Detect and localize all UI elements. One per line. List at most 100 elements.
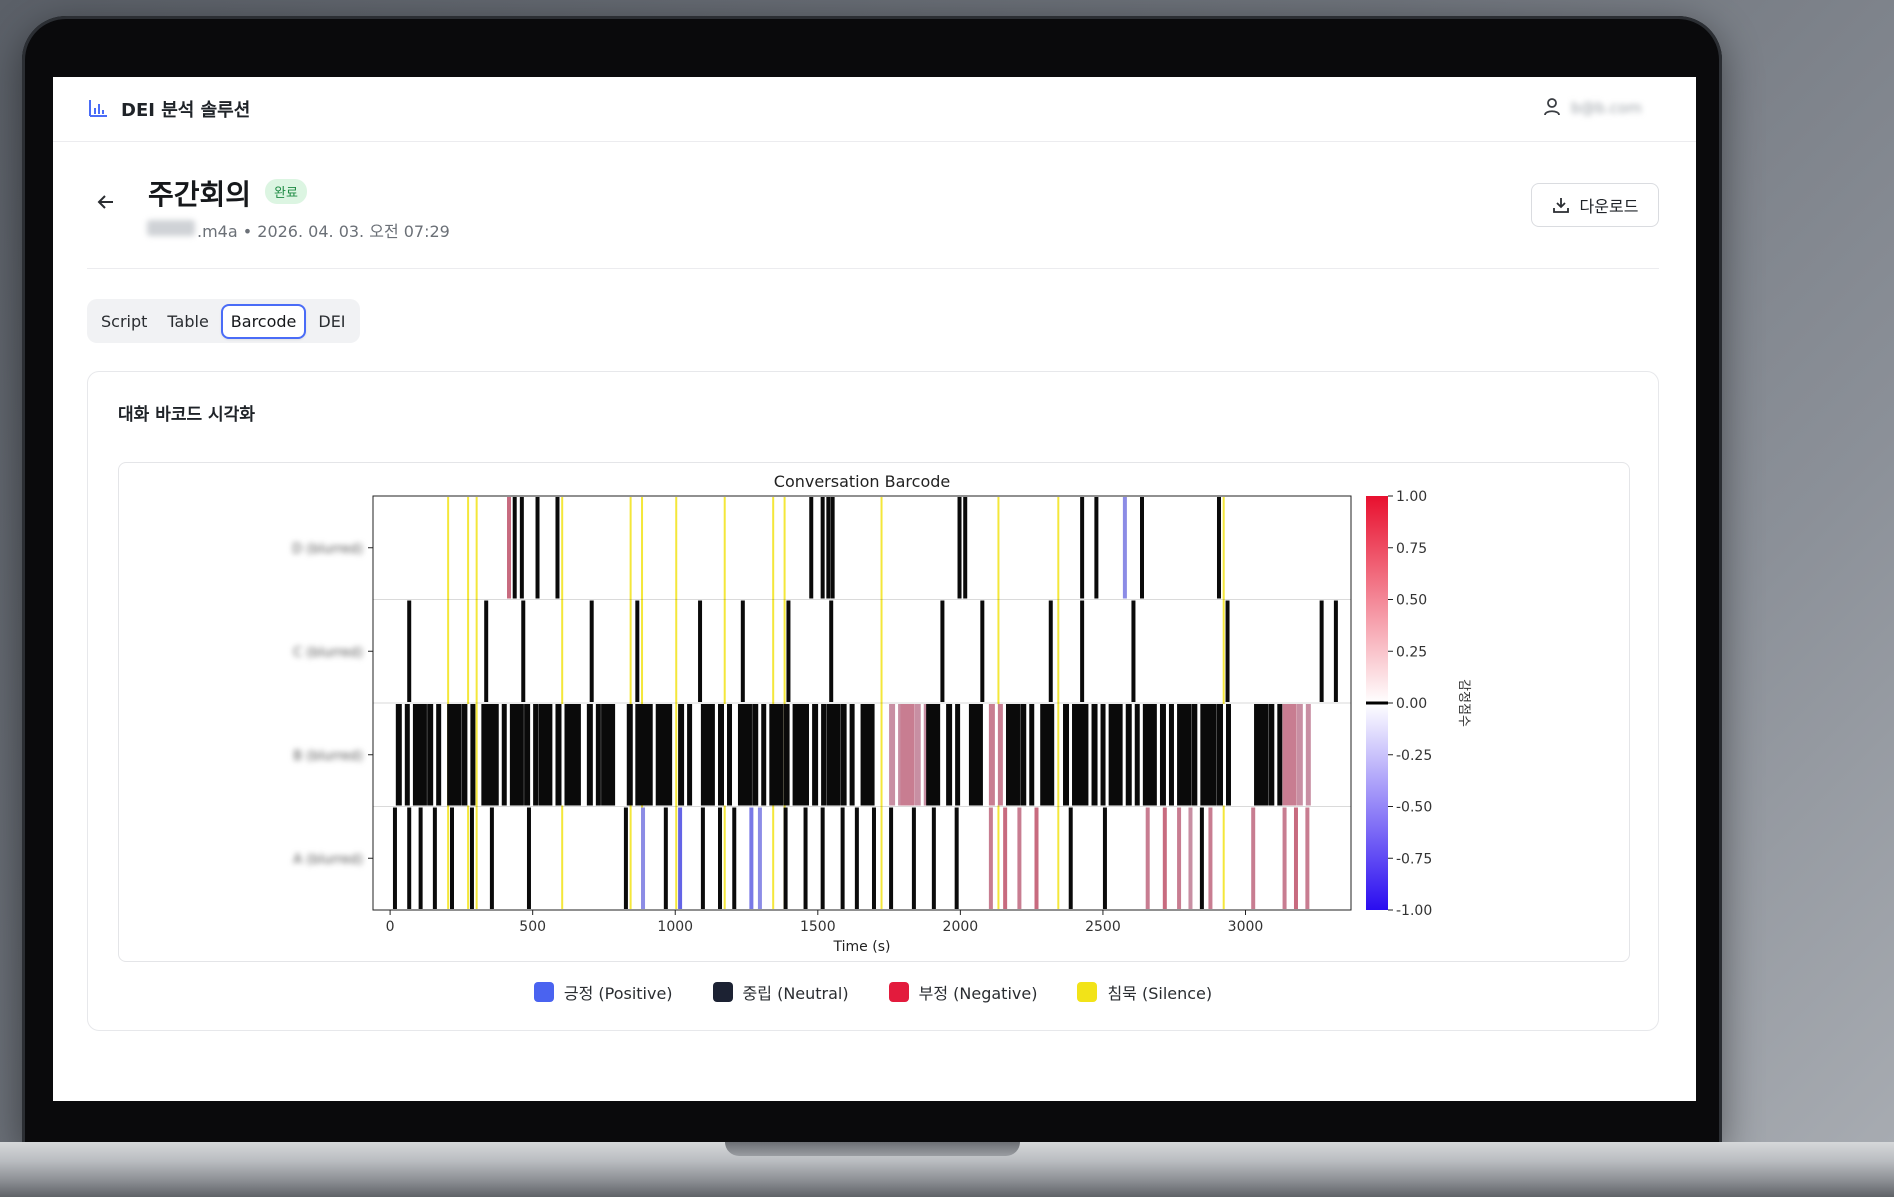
segment-gap: [498, 704, 502, 806]
x-tick-label: 2500: [1085, 919, 1121, 935]
colorbar-tick-label: -1.00: [1396, 903, 1432, 919]
legend-label-silence: 침묵 (Silence): [1107, 984, 1213, 1003]
page-title: 주간회의: [148, 178, 252, 211]
speech-segment: [1068, 807, 1073, 909]
tab-dei[interactable]: DEI: [310, 304, 353, 339]
colorbar-tick-label: -0.75: [1396, 851, 1432, 867]
speech-segment: [854, 807, 859, 909]
speech-segment: [803, 807, 808, 909]
speech-segment: [1251, 807, 1256, 909]
user-icon[interactable]: [1542, 97, 1562, 117]
speech-segment: [700, 807, 705, 909]
view-tabs: Script Table Barcode DEI: [87, 299, 360, 343]
segment-gap: [684, 704, 688, 806]
app-screen: DEI 분석 솔루션 b@b.com 주간회의 완료 .m4a • 2026. …: [53, 77, 1696, 1101]
speech-segment: [732, 807, 737, 909]
speech-segment: [911, 807, 916, 909]
speech-segment: [900, 704, 915, 806]
x-tick-label: 3000: [1228, 919, 1264, 935]
tab-script[interactable]: Script: [93, 304, 155, 339]
speech-segment: [1005, 704, 1020, 806]
speech-segment: [392, 807, 397, 909]
speech-segment: [1319, 600, 1324, 702]
laptop-notch: [725, 1142, 1020, 1156]
speech-segment: [737, 704, 752, 806]
speech-segment: [963, 497, 968, 599]
speech-segment: [1040, 704, 1055, 806]
tab-barcode[interactable]: Barcode: [220, 303, 307, 339]
segment-gap: [1131, 704, 1135, 806]
barcode-chart: D (blurred) C (blurred) B (blurred) A (blur…: [292, 472, 1471, 955]
speech-segment: [507, 497, 512, 599]
speech-segment: [1145, 807, 1150, 909]
speech-segment: [889, 807, 894, 909]
speech-segment: [740, 600, 745, 702]
speech-segment: [526, 807, 531, 909]
x-tick-label: 1000: [657, 919, 693, 935]
colorbar-tick-label: -0.25: [1396, 748, 1432, 764]
segment-gap: [920, 704, 924, 806]
speech-segment: [700, 704, 715, 806]
speech-segment: [769, 704, 784, 806]
speech-segment: [521, 600, 526, 702]
colorbar-label: 감정점수: [1456, 679, 1471, 727]
speech-segment: [678, 807, 683, 909]
colorbar-tick-label: 0.00: [1396, 696, 1427, 712]
legend-item-positive: 긍정 (Positive): [533, 980, 673, 1004]
segment-gap: [789, 704, 793, 806]
speech-segment: [1177, 704, 1192, 806]
segment-gap: [433, 704, 437, 806]
speech-segment: [757, 807, 762, 909]
speech-segment: [1003, 807, 1008, 909]
speech-segment: [412, 704, 427, 806]
speaker-label: D (blurred): [292, 542, 363, 557]
download-label: 다운로드: [1579, 197, 1639, 216]
segment-gap: [1097, 704, 1101, 806]
speech-segment: [1142, 704, 1157, 806]
speech-segment: [589, 600, 594, 702]
speech-segment: [1094, 497, 1099, 599]
legend: 긍정 (Positive) 중립 (Neutral) 부정 (Negative)…: [88, 980, 1658, 1004]
file-name-redacted: [147, 220, 195, 236]
speech-segment: [1162, 807, 1167, 909]
speech-segment: [538, 704, 553, 806]
download-button[interactable]: 다운로드: [1531, 183, 1659, 227]
speech-segment: [1293, 807, 1298, 909]
speech-segment: [698, 600, 703, 702]
segment-gap: [1222, 704, 1226, 806]
speech-segment: [1017, 807, 1022, 909]
speech-segment: [871, 807, 876, 909]
back-arrow-icon[interactable]: [95, 191, 117, 213]
barcode-card: 대화 바코드 시각화 D (blurred) C (blurred) B (blur…: [87, 371, 1659, 1031]
speech-segment: [826, 497, 831, 599]
speech-segment: [809, 497, 814, 599]
speech-segment: [1333, 600, 1338, 702]
speech-segment: [447, 704, 462, 806]
speech-segment: [1074, 704, 1089, 806]
legend-item-neutral: 중립 (Neutral): [712, 980, 849, 1004]
speech-segment: [509, 704, 524, 806]
speech-segment: [1080, 497, 1085, 599]
chart-title: Conversation Barcode: [774, 472, 950, 491]
x-tick-label: 1500: [800, 919, 836, 935]
speech-segment: [418, 807, 423, 909]
legend-swatch-silence: [1077, 982, 1098, 1002]
speech-segment: [1131, 600, 1136, 702]
speech-segment: [820, 807, 825, 909]
speech-segment: [535, 497, 540, 599]
speech-segment: [432, 807, 437, 909]
segment-gap: [818, 704, 822, 806]
user-email[interactable]: b@b.com: [1571, 99, 1642, 117]
speech-segment: [718, 807, 723, 909]
speech-segment: [555, 497, 560, 599]
speech-segment: [658, 704, 673, 806]
speech-segment: [469, 807, 474, 909]
speech-segment: [1202, 704, 1217, 806]
x-tick-label: 500: [519, 919, 546, 935]
speech-segment: [1177, 807, 1182, 909]
tab-table[interactable]: Table: [159, 304, 216, 339]
speech-segment: [1282, 704, 1297, 806]
speech-segment: [931, 807, 936, 909]
speaker-label: A (blurred): [293, 852, 363, 867]
speech-segment: [1188, 807, 1193, 909]
